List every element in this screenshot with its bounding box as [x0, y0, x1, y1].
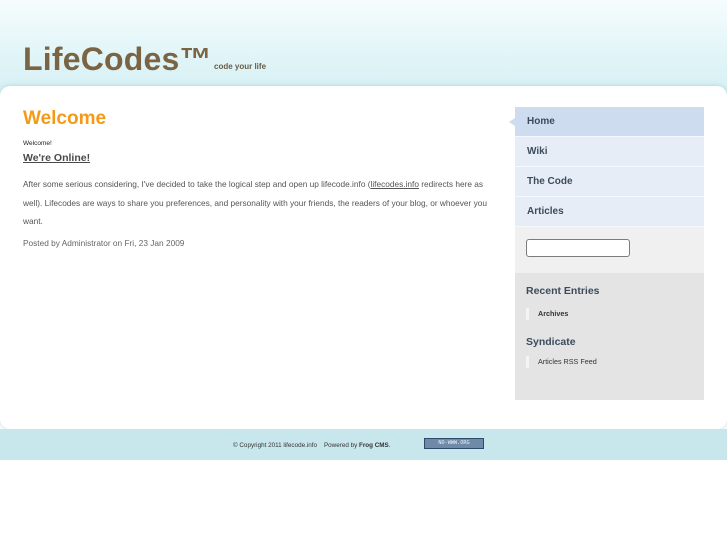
post-body-text: After some serious considering, I've dec… [23, 179, 371, 189]
syndicate-heading: Syndicate [526, 336, 576, 348]
nav-item-the-code[interactable]: The Code [515, 167, 704, 197]
copyright: © Copyright 2011 lifecode.info [233, 442, 317, 449]
posted-by: Posted by Administrator on Fri, 23 Jan 2… [23, 237, 185, 248]
nav-item-articles[interactable]: Articles [515, 197, 704, 227]
search-input[interactable] [526, 239, 630, 257]
post-title-link[interactable]: We're Online! [23, 152, 90, 165]
nav-item-wiki[interactable]: Wiki [515, 137, 704, 167]
footer-text: © Copyright 2011 lifecode.info Powered b… [233, 442, 391, 449]
rss-feed-link[interactable]: Articles RSS Feed [526, 356, 704, 368]
site-tagline: code your life [214, 62, 267, 71]
recent-entries-heading: Recent Entries [526, 285, 600, 297]
welcome-label: Welcome! [23, 140, 52, 147]
powered-by: Powered by [323, 442, 358, 449]
sidebar: Home Wiki The Code Articles Recent Entri… [509, 107, 704, 400]
main-content: Welcome Welcome! We're Online! After som… [23, 107, 503, 248]
archives-link[interactable]: Archives [526, 308, 704, 320]
post-body: After some serious considering, I've dec… [23, 175, 493, 231]
site-title[interactable]: LifeCodes™ [23, 40, 212, 78]
nav-item-home[interactable]: Home [509, 107, 704, 137]
page-title: Welcome [23, 108, 107, 129]
frog-cms-link[interactable]: Frog CMS [359, 442, 389, 449]
lifecodes-link[interactable]: lifecodes.info [371, 179, 419, 189]
search-box [515, 227, 704, 273]
no-www-badge[interactable]: NO-WWW.ORG [424, 438, 484, 449]
